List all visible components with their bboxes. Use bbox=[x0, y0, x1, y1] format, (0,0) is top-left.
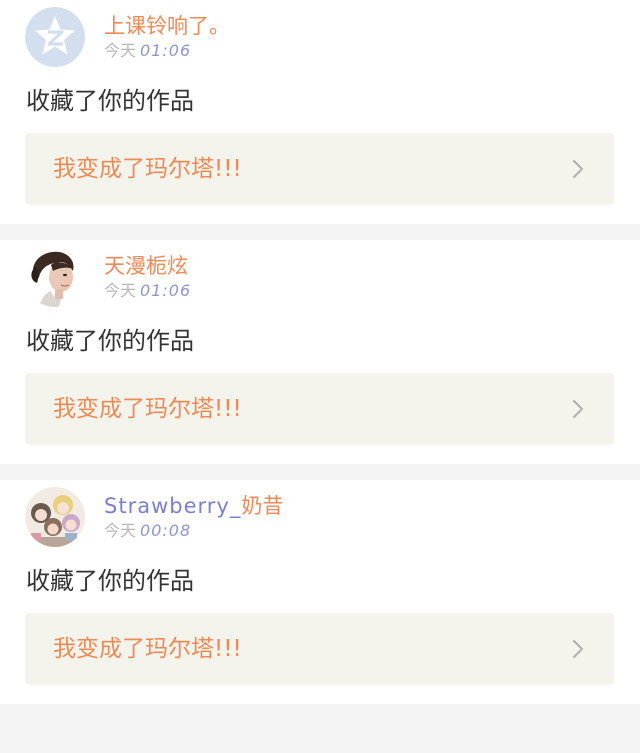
action-text: 收藏了你的作品 bbox=[26, 567, 194, 595]
work-title: 我变成了玛尔塔!!! bbox=[53, 396, 242, 422]
timestamp-time: 01:06 bbox=[140, 41, 192, 60]
timestamp-day: 今天 bbox=[104, 281, 137, 300]
avatar[interactable] bbox=[25, 7, 85, 67]
work-link[interactable]: 我变成了玛尔塔!!! bbox=[25, 133, 614, 205]
work-link[interactable]: 我变成了玛尔塔!!! bbox=[25, 613, 614, 685]
avatar[interactable] bbox=[25, 247, 85, 307]
notification-card: Strawberry_奶昔 今天 00:08 收藏了你的作品 我变成了玛尔塔!!! bbox=[0, 480, 640, 704]
notification-card: 天漫栀炫 今天 01:06 收藏了你的作品 我变成了玛尔塔!!! bbox=[0, 240, 640, 464]
work-title: 我变成了玛尔塔!!! bbox=[53, 156, 242, 182]
chevron-right-icon bbox=[568, 399, 588, 419]
work-link[interactable]: 我变成了玛尔塔!!! bbox=[25, 373, 614, 445]
avatar[interactable] bbox=[25, 487, 85, 547]
action-text: 收藏了你的作品 bbox=[26, 87, 194, 115]
portrait-avatar-icon bbox=[25, 247, 85, 307]
username[interactable]: 上课铃响了。 bbox=[104, 13, 230, 39]
timestamp: 今天 01:06 bbox=[104, 41, 191, 61]
qq-zone-default-avatar-icon bbox=[25, 7, 85, 67]
timestamp-time: 01:06 bbox=[140, 281, 192, 300]
anime-group-avatar-icon bbox=[25, 487, 85, 547]
username[interactable]: Strawberry_奶昔 bbox=[104, 493, 283, 519]
work-title: 我变成了玛尔塔!!! bbox=[53, 636, 242, 662]
chevron-right-icon bbox=[568, 639, 588, 659]
timestamp-time: 00:08 bbox=[140, 521, 192, 540]
timestamp-day: 今天 bbox=[104, 41, 137, 60]
chevron-right-icon bbox=[568, 159, 588, 179]
timestamp: 今天 00:08 bbox=[104, 521, 191, 541]
username[interactable]: 天漫栀炫 bbox=[104, 253, 188, 279]
notification-feed: 上课铃响了。 今天 01:06 收藏了你的作品 我变成了玛尔塔!!! 天漫栀炫 … bbox=[0, 0, 640, 704]
timestamp: 今天 01:06 bbox=[104, 281, 191, 301]
action-text: 收藏了你的作品 bbox=[26, 327, 194, 355]
timestamp-day: 今天 bbox=[104, 521, 137, 540]
username-cjk: 奶昔 bbox=[241, 494, 284, 518]
notification-card: 上课铃响了。 今天 01:06 收藏了你的作品 我变成了玛尔塔!!! bbox=[0, 0, 640, 224]
username-latin: Strawberry_ bbox=[104, 494, 242, 518]
